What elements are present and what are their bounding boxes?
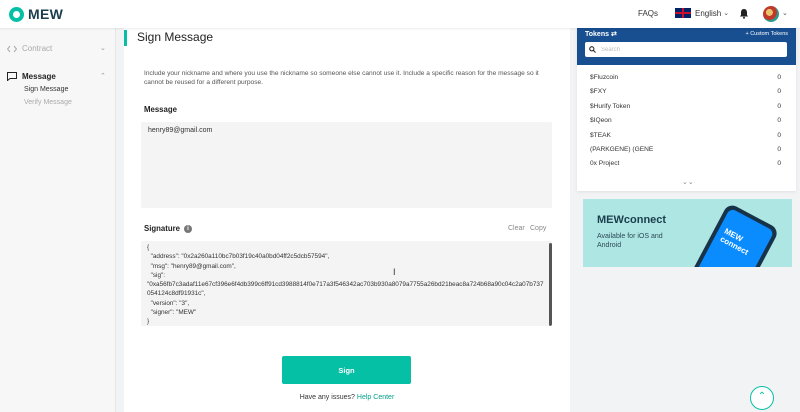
token-balance: 0 (777, 145, 781, 153)
phone-screen: MEW connect (693, 207, 775, 267)
token-balance: 0 (777, 88, 781, 96)
token-row[interactable]: $IQeon 0 (577, 114, 796, 128)
banner-subtitle: Available for iOS and Android (597, 233, 663, 249)
token-name: (PARKGENE) (GENE (590, 145, 654, 153)
sidebar-item-message[interactable]: Message (7, 72, 56, 81)
tokens-panel: Tokens ⇄ + Custom Tokens $Fluzcoin 0 $FXY… (577, 28, 796, 191)
token-row[interactable]: $Fluzcoin 0 (577, 71, 796, 85)
message-label: Message (144, 105, 177, 114)
mew-logo-icon (9, 6, 24, 22)
clear-button[interactable]: Clear (508, 225, 525, 232)
avatar[interactable] (763, 6, 779, 22)
search-icon (589, 46, 596, 53)
phone-image: MEW connect (688, 202, 780, 267)
token-list: $Fluzcoin 0 $FXY 0 $Hurify Token 0 $IQeon 0 … (577, 71, 796, 172)
top-header: MEW FAQs English ⌄ ⌄ (0, 0, 800, 28)
token-balance: 0 (777, 74, 781, 81)
signature-label: Signature i (144, 224, 192, 233)
signature-scrollbar[interactable] (549, 243, 552, 326)
token-balance: 0 (777, 102, 781, 110)
token-name: $Hurify Token (590, 102, 631, 110)
token-balance: 0 (777, 131, 781, 139)
mew-logo[interactable]: MEW (9, 6, 63, 22)
chevron-down-icon[interactable]: ⌄ (782, 9, 788, 17)
logo-text: MEW (28, 6, 64, 22)
tokens-title: Tokens ⇄ (585, 30, 617, 38)
scroll-to-top-button[interactable]: ⌃ (750, 386, 774, 410)
expand-tokens-icon[interactable]: ⌄⌄ (682, 178, 694, 186)
sidebar-item-label: Contract (22, 44, 53, 53)
sign-message-panel: Sign Message Include your nickname and w… (124, 28, 570, 412)
sidebar-item-label: Message (22, 72, 56, 81)
help-center-link[interactable]: Help Center (357, 394, 394, 401)
token-row[interactable]: $TEAK 0 (577, 129, 796, 143)
mewconnect-banner[interactable]: MEWconnect Available for iOS and Android… (583, 199, 792, 267)
signature-output[interactable]: { "address": "0x2a260a110bc7b03f19c40a0b… (141, 241, 552, 326)
page-title: Sign Message (137, 30, 214, 44)
token-name: $Fluzcoin (590, 74, 619, 81)
sidebar: Contract ⌄ Message ⌃ Sign Message Verify… (0, 28, 116, 412)
token-name: $TEAK (590, 131, 611, 139)
token-name: $IQeon (590, 117, 612, 125)
token-row[interactable]: 0x Project 0 (577, 157, 796, 171)
tokens-header: Tokens ⇄ + Custom Tokens (577, 28, 796, 65)
token-name: $FXY (590, 88, 607, 96)
bell-icon[interactable] (739, 8, 749, 19)
faqs-link[interactable]: FAQs (638, 9, 658, 18)
sidebar-item-verify-message[interactable]: Verify Message (24, 99, 72, 106)
uk-flag-icon (675, 8, 691, 18)
sidebar-item-contract[interactable]: Contract (7, 44, 52, 53)
token-row[interactable]: $FXY 0 (577, 85, 796, 99)
language-selector[interactable]: English ⌄ (675, 8, 729, 18)
sign-button[interactable]: Sign (282, 356, 411, 384)
message-icon (7, 72, 17, 81)
tokens-title-text: Tokens (585, 31, 609, 38)
token-balance: 0 (777, 160, 781, 168)
description-text: Include your nickname and where you use … (144, 70, 539, 86)
title-accent-bar (124, 30, 127, 46)
chevron-down-icon[interactable]: ⌄ (100, 44, 106, 52)
sidebar-item-sign-message[interactable]: Sign Message (24, 86, 68, 93)
token-row[interactable]: $Hurify Token 0 (577, 100, 796, 114)
chevron-down-icon: ⌄ (723, 10, 730, 17)
message-input[interactable]: henry89@gmail.com (141, 122, 552, 208)
custom-tokens-button[interactable]: + Custom Tokens (745, 31, 788, 37)
token-name: 0x Project (590, 160, 620, 168)
signature-value: { "address": "0x2a260a110bc7b03f19c40a0b… (147, 244, 544, 326)
code-icon (7, 45, 17, 52)
chevron-up-icon[interactable]: ⌃ (100, 72, 106, 80)
message-value: henry89@gmail.com (148, 127, 213, 134)
language-label: English (695, 8, 722, 18)
copy-button[interactable]: Copy (530, 225, 546, 232)
signature-label-text: Signature (144, 224, 180, 233)
phone-text: MEW connect (718, 226, 750, 257)
help-prefix: Have any issues? (299, 394, 355, 401)
banner-title: MEWconnect (597, 214, 667, 226)
token-search-input[interactable] (585, 42, 787, 57)
text-cursor-icon: I (393, 267, 396, 277)
token-balance: 0 (777, 117, 781, 125)
token-row[interactable]: (PARKGENE) (GENE 0 (577, 143, 796, 157)
info-icon[interactable]: i (183, 224, 192, 233)
chevron-up-icon: ⌃ (757, 391, 767, 402)
refresh-icon[interactable]: ⇄ (611, 31, 617, 38)
help-text: Have any issues? Help Center (124, 394, 570, 401)
